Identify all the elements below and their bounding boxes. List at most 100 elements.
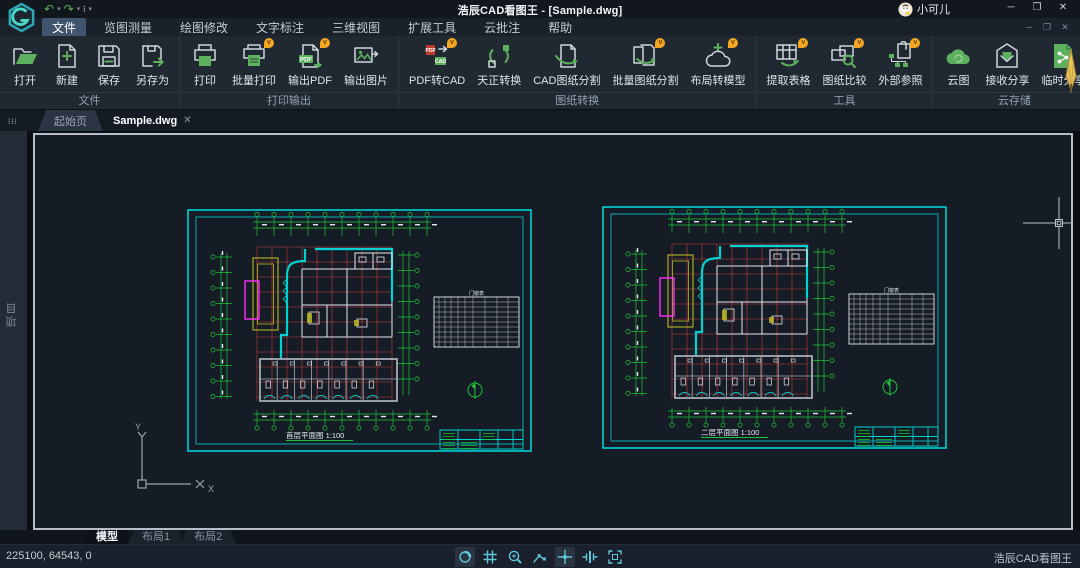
vip-badge: v <box>854 38 864 48</box>
ribbon-button-table[interactable]: v 提取表格 <box>760 39 816 90</box>
ribbon-button-receive[interactable]: 接收分享 <box>979 39 1035 90</box>
plan-title: 二层平面图 1:100 <box>701 428 759 437</box>
ribbon-button-compare[interactable]: v 图纸比较 <box>816 39 872 90</box>
ribbon-button-exportpdf[interactable]: PDF v 输出PDF <box>282 39 338 90</box>
compare-icon: v <box>829 41 859 71</box>
ribbon-group-name: 文件 <box>0 92 179 109</box>
sidebar-label: 项目 <box>4 301 24 327</box>
coordinates-readout: 225100, 64543, 0 <box>6 550 92 562</box>
zoom-icon[interactable] <box>505 547 525 567</box>
svg-text:PDF: PDF <box>300 58 312 64</box>
app-window: { "titlebar": { "title": "浩辰CAD看图王 - [Sa… <box>0 0 1080 568</box>
ribbon-toolbar: 打开 新建 保存 另存为 文件 打印 <box>0 36 1080 110</box>
doc-tab-1[interactable]: Sample.dwg ✕ <box>97 110 208 131</box>
orbit-icon[interactable] <box>455 547 475 567</box>
exportimg-icon <box>351 41 381 71</box>
vip-badge: v <box>320 38 330 48</box>
vip-badge: v <box>655 38 665 48</box>
ribbon-button-batchprint[interactable]: v 批量打印 <box>226 39 282 90</box>
avatar <box>898 2 913 17</box>
ribbon-button-new[interactable]: 新建 <box>46 39 88 90</box>
layout-tab-2[interactable]: 布局2 <box>180 530 236 544</box>
menu-item-2[interactable]: 绘图修改 <box>170 18 238 37</box>
tianzheng-icon <box>484 41 514 71</box>
crosshair-icon[interactable] <box>555 547 575 567</box>
ribbon-button-tianzheng[interactable]: 天正转换 <box>471 39 527 90</box>
ribbon-group-name: 打印输出 <box>180 92 398 109</box>
floor-plan-0: 首层平面图 1:100 门窗表 <box>188 210 531 451</box>
schedule-table-title: 门窗表 <box>469 290 484 297</box>
ribbon-group-name: 工具 <box>756 92 932 109</box>
cad-drawing: 首层平面图 1:100 门窗表 二层平面图 1:100 门窗表 Y X <box>35 135 1071 528</box>
ribbon-group-1: 打印 v 批量打印 PDF v 输出PDF 输出图片 打印输出 <box>180 36 399 109</box>
app-logo-icon <box>6 2 37 33</box>
panel-grip-icon[interactable]: ᎒᎒᎒ <box>8 115 17 127</box>
restore-button[interactable]: ❐ <box>1024 0 1050 16</box>
menu-item-4[interactable]: 三维视图 <box>322 18 390 37</box>
menu-item-3[interactable]: 文字标注 <box>246 18 314 37</box>
cadsplit-icon <box>552 41 582 71</box>
vip-badge: v <box>447 38 457 48</box>
open-icon <box>10 41 40 71</box>
svg-text:PDF: PDF <box>425 48 435 54</box>
title-bar: ↶ ▾ ↷ ▾ ᎒ ▾ 浩辰CAD看图王 - [Sample.dwg] 小可儿 … <box>0 0 1080 18</box>
ribbon-button-layout2model[interactable]: v 布局转模型 <box>684 39 751 90</box>
svg-text:Y: Y <box>135 422 141 432</box>
layout-tab-1[interactable]: 布局1 <box>128 530 184 544</box>
ucs-icon: Y X <box>135 422 214 494</box>
menu-item-7[interactable]: 帮助 <box>538 18 582 37</box>
drawing-viewport[interactable]: 首层平面图 1:100 门窗表 二层平面图 1:100 门窗表 Y X <box>33 133 1073 530</box>
status-toggles <box>455 547 625 567</box>
ribbon-button-cloud[interactable]: 云图 <box>937 39 979 90</box>
floor-plan-1: 二层平面图 1:100 门窗表 <box>603 207 946 448</box>
main-area: 项目 首层平面图 1:100 门窗表 二层平面图 1:100 门窗表 Y X <box>0 131 1080 530</box>
doc-minimize-button[interactable]: ─ <box>1020 20 1038 34</box>
ribbon-group-4: 云图 接收分享 临时分享 云存储 <box>933 36 1080 109</box>
layout-tab-0[interactable]: 模型 <box>82 530 132 544</box>
receive-icon <box>992 41 1022 71</box>
ribbon-button-exportimg[interactable]: 输出图片 <box>338 39 394 90</box>
distribute-icon[interactable] <box>580 547 600 567</box>
grid-icon[interactable] <box>480 547 500 567</box>
fullscreen-icon[interactable] <box>605 547 625 567</box>
project-sidebar[interactable]: 项目 <box>0 131 28 530</box>
statusbar-app-name: 浩辰CAD看图王 <box>994 550 1072 566</box>
document-window-controls: ─ ❐ ✕ <box>1020 20 1074 34</box>
vip-badge: v <box>798 38 808 48</box>
layout2model-icon: v <box>703 41 733 71</box>
close-button[interactable]: ✕ <box>1050 0 1076 16</box>
batchprint-icon: v <box>239 41 269 71</box>
menu-item-1[interactable]: 览图测量 <box>94 18 162 37</box>
ribbon-button-xref[interactable]: v 外部参照 <box>872 39 928 90</box>
ribbon-button-batchsplit[interactable]: v 批量图纸分割 <box>606 39 684 90</box>
menu-item-6[interactable]: 云批注 <box>474 18 530 37</box>
doc-close-button[interactable]: ✕ <box>1056 20 1074 34</box>
polyline-icon[interactable] <box>530 547 550 567</box>
ribbon-button-cadsplit[interactable]: CAD图纸分割 <box>527 39 606 90</box>
doc-restore-button[interactable]: ❐ <box>1038 20 1056 34</box>
doc-tab-0[interactable]: 起始页 <box>38 110 103 131</box>
menu-item-0[interactable]: 文件 <box>42 18 86 37</box>
menu-item-5[interactable]: 扩展工具 <box>398 18 466 37</box>
batchsplit-icon: v <box>630 41 660 71</box>
vip-badge: v <box>910 38 920 48</box>
cloud-icon <box>943 41 973 71</box>
print-icon <box>190 41 220 71</box>
ribbon-button-saveas[interactable]: 另存为 <box>130 39 175 90</box>
ribbon-button-open[interactable]: 打开 <box>4 39 46 90</box>
tab-close-icon[interactable]: ✕ <box>183 115 191 126</box>
ribbon-group-name: 图纸转换 <box>399 92 755 109</box>
ribbon-button-save[interactable]: 保存 <box>88 39 130 90</box>
pen-cursor-icon <box>1062 48 1080 99</box>
user-account[interactable]: 小可儿 <box>898 1 950 17</box>
ribbon-button-pdf2cad[interactable]: PDFCAD v PDF转CAD <box>403 39 471 90</box>
document-tab-bar: ᎒᎒᎒ 起始页 Sample.dwg ✕ <box>0 110 1080 131</box>
minimize-button[interactable]: ─ <box>998 0 1024 16</box>
ribbon-button-print[interactable]: 打印 <box>184 39 226 90</box>
ribbon-group-0: 打开 新建 保存 另存为 文件 <box>0 36 180 109</box>
user-name: 小可儿 <box>917 1 950 17</box>
status-bar: 225100, 64543, 0 浩辰CAD看图王 <box>0 544 1080 568</box>
ribbon-group-3: v 提取表格 v 图纸比较 v 外部参照 工具 <box>756 36 933 109</box>
save-icon <box>94 41 124 71</box>
ribbon-group-2: PDFCAD v PDF转CAD 天正转换 CAD图纸分割 v 批量图纸分割 <box>399 36 756 109</box>
